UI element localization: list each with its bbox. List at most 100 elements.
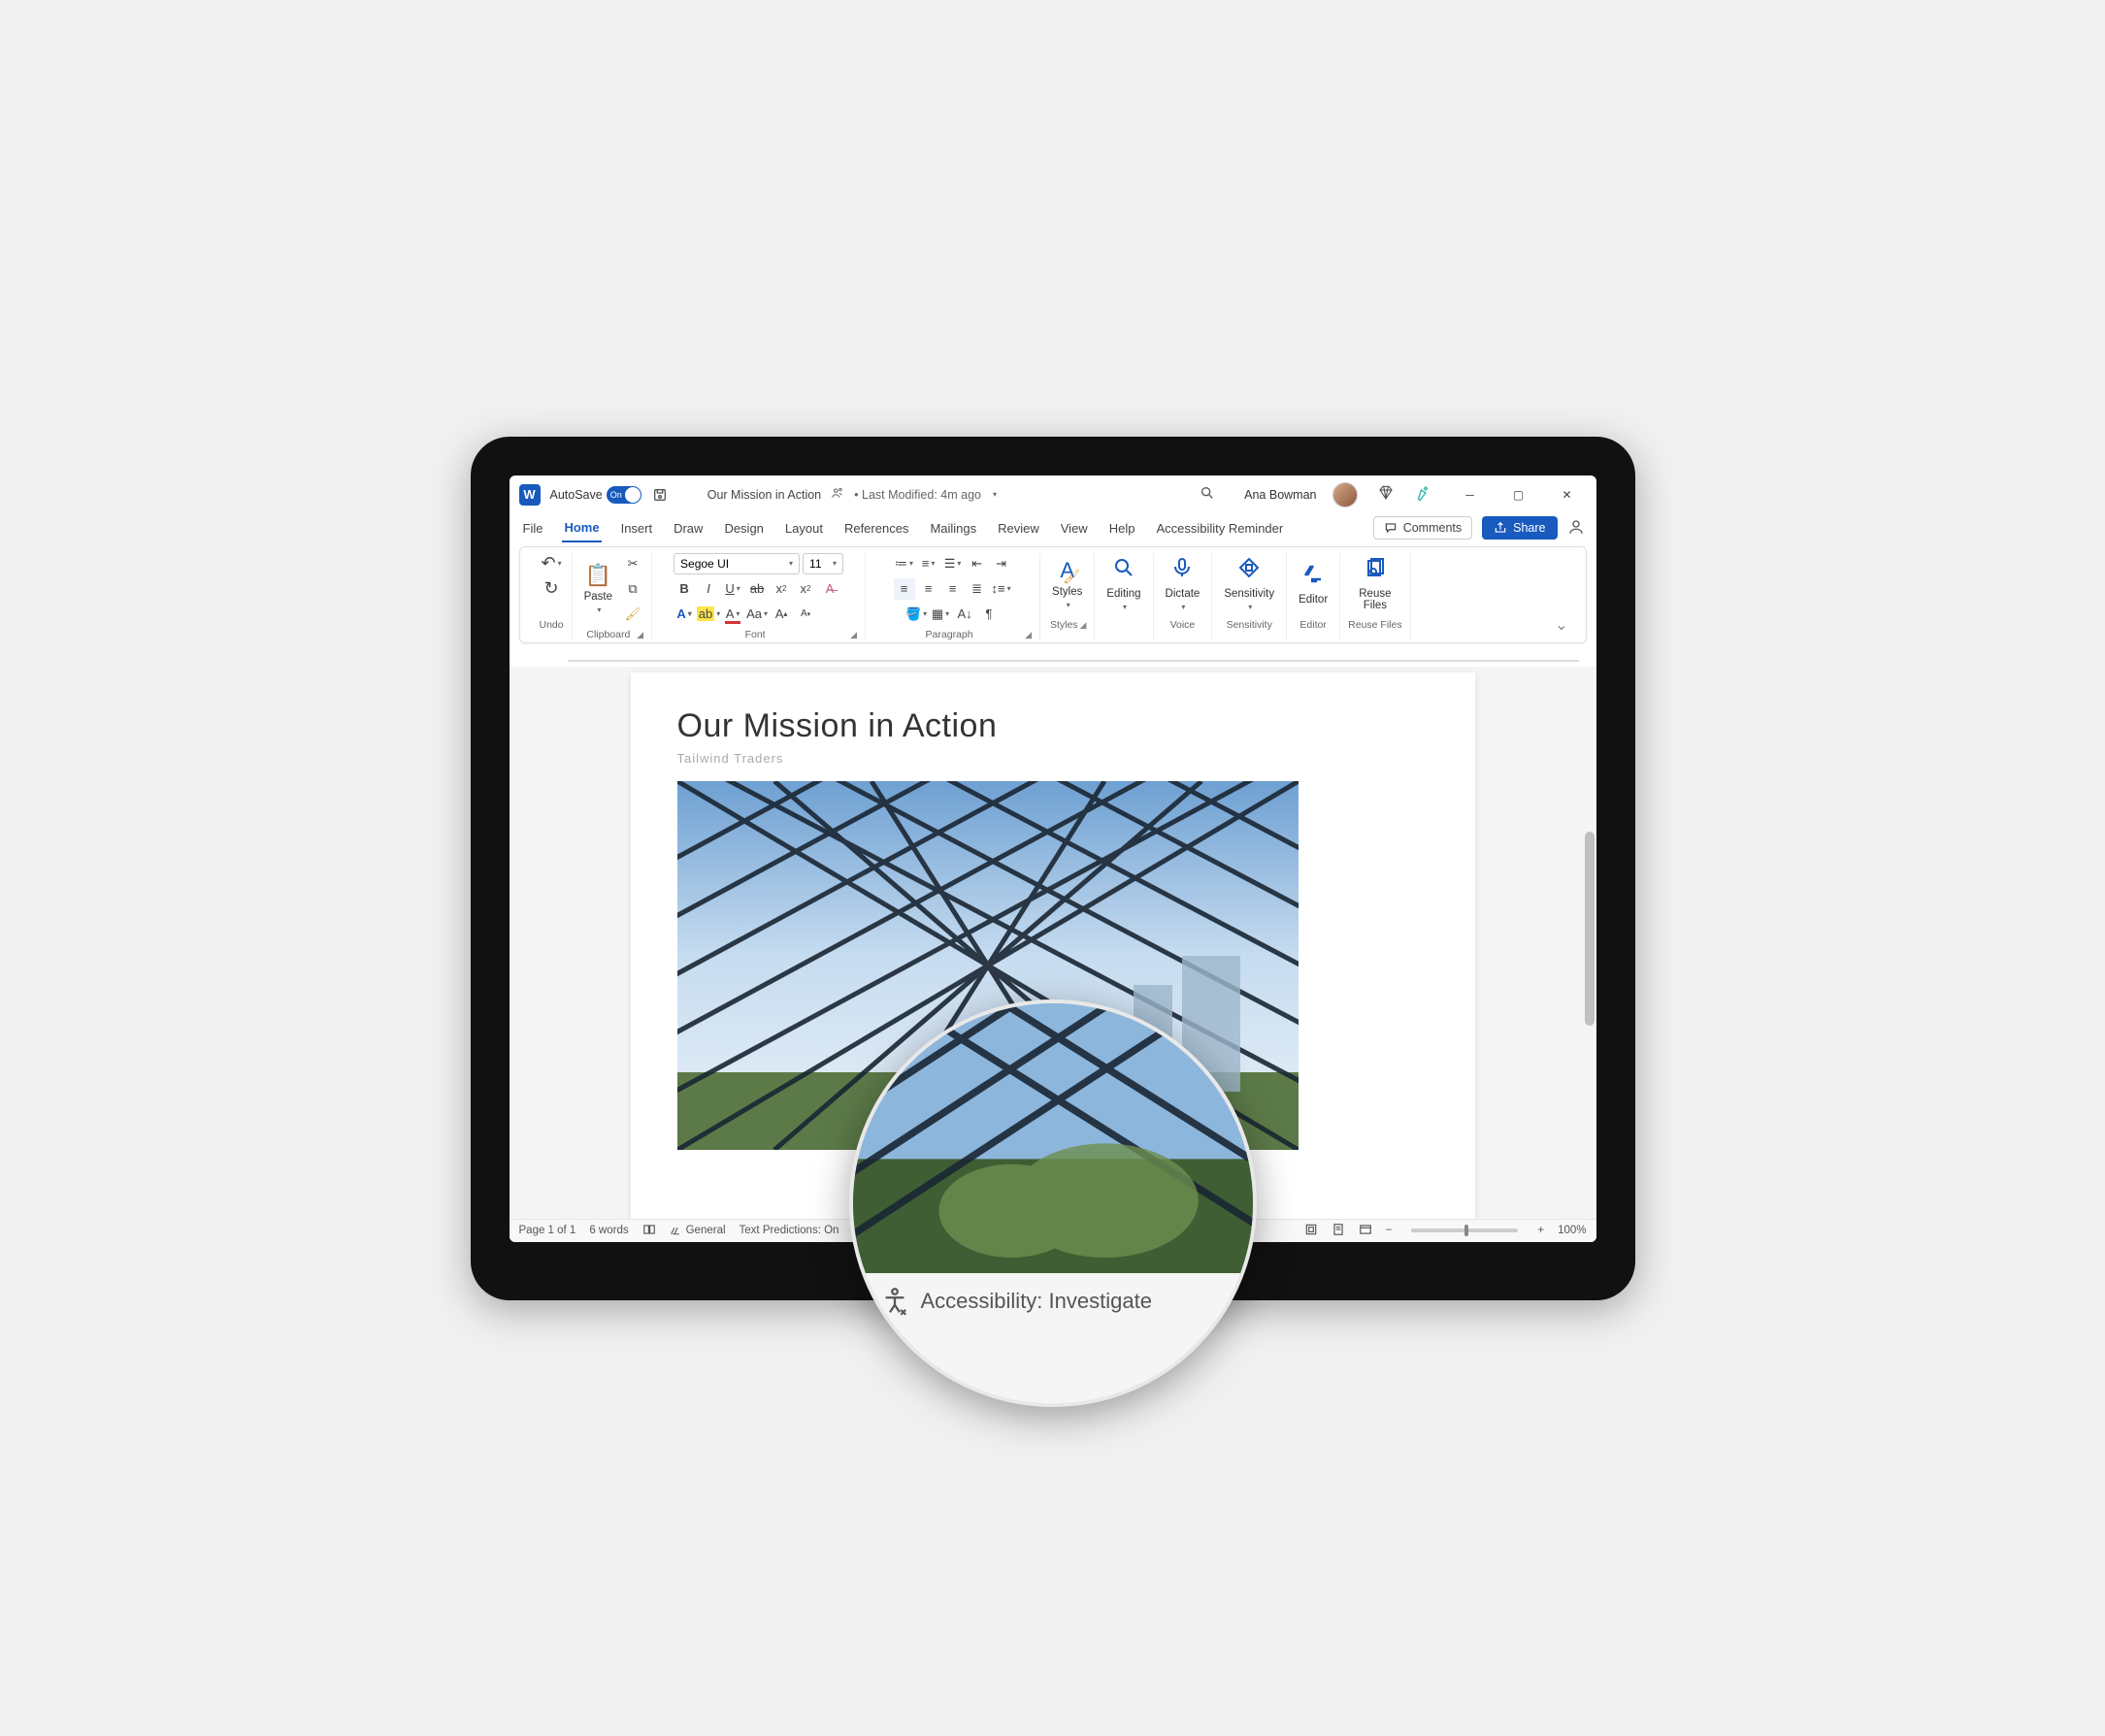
- numbering-button[interactable]: ≡▾: [918, 553, 939, 574]
- page-indicator[interactable]: Page 1 of 1: [519, 1225, 576, 1236]
- group-label: Undo: [540, 619, 564, 631]
- toggle-switch-icon: On: [607, 486, 641, 504]
- copy-button[interactable]: ⧉: [622, 578, 643, 600]
- dialog-launcher-icon[interactable]: ◢: [1025, 630, 1032, 640]
- bold-button[interactable]: B: [674, 578, 695, 600]
- italic-button[interactable]: I: [698, 578, 719, 600]
- text-predictions-status[interactable]: Text Predictions: On: [740, 1225, 839, 1236]
- reuse-files-button[interactable]: Reuse Files: [1355, 554, 1395, 613]
- editing-button[interactable]: Editing▾: [1102, 554, 1144, 613]
- show-marks-button[interactable]: ¶: [978, 604, 1000, 625]
- tab-references[interactable]: References: [842, 515, 910, 541]
- strikethrough-button[interactable]: ab: [746, 578, 768, 600]
- styles-icon: A🖌: [1060, 558, 1074, 583]
- minimize-button[interactable]: ─: [1451, 481, 1490, 508]
- editor-button[interactable]: Editor: [1295, 560, 1332, 607]
- change-case-button[interactable]: Aa▾: [746, 604, 768, 625]
- format-painter-button[interactable]: 🖌: [622, 604, 643, 625]
- sensitivity-button[interactable]: Sensitivity▾: [1220, 554, 1278, 613]
- print-layout-icon[interactable]: [1332, 1223, 1345, 1239]
- tab-home[interactable]: Home: [562, 514, 601, 542]
- focus-mode-icon[interactable]: [1304, 1223, 1318, 1239]
- tab-draw[interactable]: Draw: [672, 515, 705, 541]
- highlight-button[interactable]: ab▾: [698, 604, 719, 625]
- font-name-select[interactable]: Segoe UI▾: [674, 553, 800, 574]
- last-modified-label[interactable]: • Last Modified: 4m ago: [854, 488, 981, 502]
- word-count[interactable]: 6 words: [589, 1225, 628, 1236]
- dialog-launcher-icon[interactable]: ◢: [1079, 620, 1086, 631]
- save-icon[interactable]: [651, 486, 669, 504]
- document-title[interactable]: Our Mission in Action: [707, 488, 821, 502]
- align-left-button[interactable]: ≡: [894, 578, 915, 600]
- styles-button[interactable]: A🖌 Styles▾: [1048, 556, 1086, 611]
- borders-button[interactable]: ▦▾: [930, 604, 951, 625]
- autosave-toggle[interactable]: AutoSave On: [550, 486, 641, 504]
- share-button[interactable]: Share: [1482, 516, 1557, 540]
- sharing-indicator-icon[interactable]: [831, 486, 844, 503]
- book-icon[interactable]: [642, 1223, 656, 1239]
- tab-accessibility-reminder[interactable]: Accessibility Reminder: [1154, 515, 1285, 541]
- dialog-launcher-icon[interactable]: ◢: [637, 630, 643, 640]
- group-font: Segoe UI▾ 11▾ B I U▾ ab x2 x2 A̶ A▾: [652, 553, 866, 640]
- subscript-button[interactable]: x2: [771, 578, 792, 600]
- search-icon[interactable]: [1200, 485, 1215, 504]
- cut-button[interactable]: ✂: [622, 553, 643, 574]
- accessibility-status-text[interactable]: Accessibility: Investigate: [921, 1289, 1152, 1314]
- line-spacing-button[interactable]: ↕≡▾: [991, 578, 1012, 600]
- align-center-button[interactable]: ≡: [918, 578, 939, 600]
- horizontal-ruler[interactable]: [568, 647, 1579, 667]
- decrease-indent-button[interactable]: ⇤: [967, 553, 988, 574]
- bullets-button[interactable]: ≔▾: [894, 553, 915, 574]
- user-avatar[interactable]: [1332, 482, 1358, 508]
- tab-insert[interactable]: Insert: [619, 515, 655, 541]
- tab-view[interactable]: View: [1059, 515, 1090, 541]
- dictate-button[interactable]: Dictate▾: [1162, 554, 1204, 613]
- shading-button[interactable]: 🪣▾: [905, 604, 927, 625]
- font-color-button[interactable]: A▾: [722, 604, 743, 625]
- microphone-icon: [1170, 556, 1194, 585]
- magnifier-callout: Accessibility: Investigate: [849, 999, 1257, 1407]
- web-layout-icon[interactable]: [1359, 1223, 1372, 1239]
- tab-file[interactable]: File: [521, 515, 545, 541]
- increase-indent-button[interactable]: ⇥: [991, 553, 1012, 574]
- superscript-button[interactable]: x2: [795, 578, 816, 600]
- premium-diamond-icon[interactable]: [1377, 484, 1395, 505]
- grow-font-button[interactable]: A▴: [771, 604, 792, 625]
- track-changes-status[interactable]: General: [670, 1225, 726, 1237]
- close-button[interactable]: ✕: [1548, 481, 1587, 508]
- comments-button[interactable]: Comments: [1373, 516, 1472, 540]
- document-subheading[interactable]: Tailwind Traders: [677, 751, 1429, 766]
- font-size-select[interactable]: 11▾: [803, 553, 843, 574]
- redo-button[interactable]: ↻: [541, 578, 562, 600]
- shrink-font-button[interactable]: A▾: [795, 604, 816, 625]
- zoom-in-button[interactable]: +: [1537, 1225, 1544, 1236]
- underline-button[interactable]: U▾: [722, 578, 743, 600]
- dialog-launcher-icon[interactable]: ◢: [850, 630, 857, 640]
- tab-design[interactable]: Design: [722, 515, 765, 541]
- tab-mailings[interactable]: Mailings: [928, 515, 978, 541]
- undo-button[interactable]: ↶▾: [541, 553, 562, 574]
- paste-button[interactable]: 📋 Paste ▾: [580, 561, 616, 616]
- align-right-button[interactable]: ≡: [942, 578, 964, 600]
- coming-soon-icon[interactable]: [1414, 484, 1431, 505]
- maximize-button[interactable]: ▢: [1499, 481, 1538, 508]
- user-name[interactable]: Ana Bowman: [1244, 488, 1316, 502]
- chevron-down-icon[interactable]: ▾: [993, 490, 997, 499]
- collapse-ribbon-chevron-icon[interactable]: ⌄: [1555, 615, 1567, 635]
- clear-formatting-button[interactable]: A̶: [819, 578, 840, 600]
- tab-review[interactable]: Review: [996, 515, 1041, 541]
- vertical-scrollbar[interactable]: [1585, 832, 1595, 1026]
- tab-help[interactable]: Help: [1107, 515, 1137, 541]
- share-icon: [1494, 521, 1507, 535]
- text-effects-button[interactable]: A▾: [674, 604, 695, 625]
- tab-layout[interactable]: Layout: [783, 515, 825, 541]
- zoom-slider[interactable]: [1411, 1228, 1518, 1232]
- multilevel-list-button[interactable]: ☰▾: [942, 553, 964, 574]
- document-heading[interactable]: Our Mission in Action: [677, 707, 1429, 745]
- justify-button[interactable]: ≣: [967, 578, 988, 600]
- ribbon-tab-strip: File Home Insert Draw Design Layout Refe…: [510, 514, 1596, 542]
- account-manager-icon[interactable]: [1567, 518, 1585, 539]
- zoom-out-button[interactable]: −: [1386, 1225, 1393, 1236]
- sort-button[interactable]: A↓: [954, 604, 975, 625]
- zoom-level[interactable]: 100%: [1558, 1225, 1586, 1236]
